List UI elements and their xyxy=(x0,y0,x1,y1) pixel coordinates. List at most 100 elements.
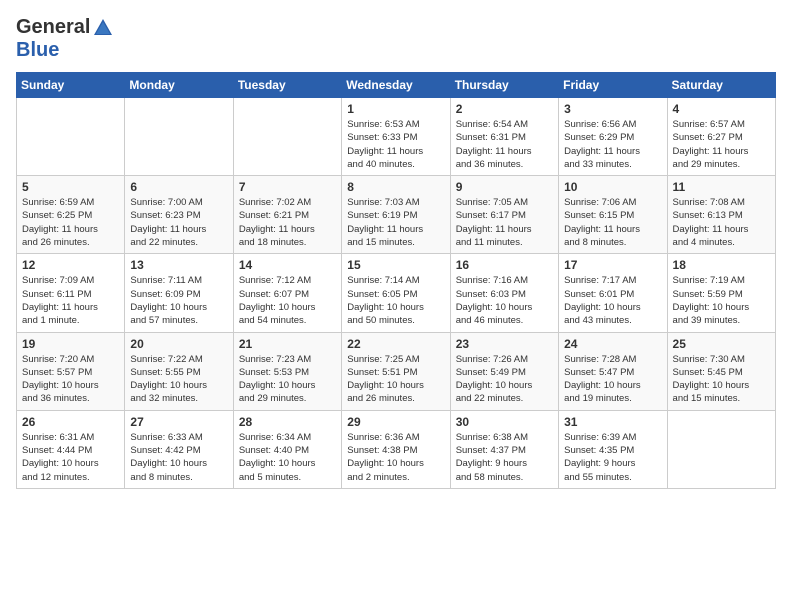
day-number: 13 xyxy=(130,258,227,272)
day-number: 2 xyxy=(456,102,553,116)
day-info: Sunrise: 7:12 AMSunset: 6:07 PMDaylight:… xyxy=(239,274,336,327)
day-number: 23 xyxy=(456,337,553,351)
calendar-cell: 23Sunrise: 7:26 AMSunset: 5:49 PMDayligh… xyxy=(450,332,558,410)
day-number: 18 xyxy=(673,258,770,272)
calendar-container: General Blue SundayMondayTuesdayWednesda… xyxy=(0,0,792,499)
weekday-header-monday: Monday xyxy=(125,73,233,98)
day-number: 11 xyxy=(673,180,770,194)
calendar-cell: 3 Sunrise: 6:56 AMSunset: 6:29 PMDaylight… xyxy=(559,98,667,176)
day-info: Sunrise: 7:00 AMSunset: 6:23 PMDaylight:… xyxy=(130,196,227,249)
weekday-header-wednesday: Wednesday xyxy=(342,73,450,98)
day-info: Sunrise: 6:31 AMSunset: 4:44 PMDaylight:… xyxy=(22,431,119,484)
day-number: 1 xyxy=(347,102,444,116)
calendar-table: SundayMondayTuesdayWednesdayThursdayFrid… xyxy=(16,72,776,489)
weekday-header-friday: Friday xyxy=(559,73,667,98)
calendar-cell: 30 Sunrise: 6:38 AMSunset: 4:37 PMDayligh… xyxy=(450,410,558,488)
weekday-header-thursday: Thursday xyxy=(450,73,558,98)
day-info: Sunrise: 7:28 AMSunset: 5:47 PMDaylight:… xyxy=(564,353,661,406)
day-info: Sunrise: 7:05 AMSunset: 6:17 PMDaylight:… xyxy=(456,196,553,249)
day-number: 6 xyxy=(130,180,227,194)
day-number: 5 xyxy=(22,180,119,194)
calendar-cell: 17 Sunrise: 7:17 AMSunset: 6:01 PMDayligh… xyxy=(559,254,667,332)
day-info: Sunrise: 7:17 AMSunset: 6:01 PMDaylight:… xyxy=(564,274,661,327)
logo: General Blue xyxy=(16,16,114,62)
calendar-week-4: 19 Sunrise: 7:20 AMSunset: 5:57 PMDayligh… xyxy=(17,332,776,410)
day-info: Sunrise: 7:22 AMSunset: 5:55 PMDaylight:… xyxy=(130,353,227,406)
day-info: Sunrise: 7:20 AMSunset: 5:57 PMDaylight:… xyxy=(22,353,119,406)
calendar-cell: 26 Sunrise: 6:31 AMSunset: 4:44 PMDayligh… xyxy=(17,410,125,488)
day-number: 21 xyxy=(239,337,336,351)
day-info: Sunrise: 7:16 AMSunset: 6:03 PMDaylight:… xyxy=(456,274,553,327)
day-number: 30 xyxy=(456,415,553,429)
day-info: Sunrise: 7:30 AMSunset: 5:45 PMDaylight:… xyxy=(673,353,770,406)
calendar-cell: 7 Sunrise: 7:02 AMSunset: 6:21 PMDaylight… xyxy=(233,176,341,254)
day-info: Sunrise: 7:02 AMSunset: 6:21 PMDaylight:… xyxy=(239,196,336,249)
day-info: Sunrise: 7:11 AMSunset: 6:09 PMDaylight:… xyxy=(130,274,227,327)
calendar-cell: 10 Sunrise: 7:06 AMSunset: 6:15 PMDayligh… xyxy=(559,176,667,254)
calendar-cell: 5 Sunrise: 6:59 AMSunset: 6:25 PMDaylight… xyxy=(17,176,125,254)
calendar-cell: 31 Sunrise: 6:39 AMSunset: 4:35 PMDayligh… xyxy=(559,410,667,488)
logo-icon xyxy=(92,17,114,39)
calendar-cell: 16Sunrise: 7:16 AMSunset: 6:03 PMDayligh… xyxy=(450,254,558,332)
calendar-cell: 12Sunrise: 7:09 AMSunset: 6:11 PMDayligh… xyxy=(17,254,125,332)
day-info: Sunrise: 6:36 AMSunset: 4:38 PMDaylight:… xyxy=(347,431,444,484)
header: General Blue xyxy=(16,16,776,62)
calendar-cell: 18 Sunrise: 7:19 AMSunset: 5:59 PMDayligh… xyxy=(667,254,775,332)
day-number: 10 xyxy=(564,180,661,194)
calendar-cell: 14 Sunrise: 7:12 AMSunset: 6:07 PMDayligh… xyxy=(233,254,341,332)
day-number: 27 xyxy=(130,415,227,429)
day-info: Sunrise: 7:25 AMSunset: 5:51 PMDaylight:… xyxy=(347,353,444,406)
day-info: Sunrise: 6:54 AMSunset: 6:31 PMDaylight:… xyxy=(456,118,553,171)
day-info: Sunrise: 7:23 AMSunset: 5:53 PMDaylight:… xyxy=(239,353,336,406)
calendar-cell: 15Sunrise: 7:14 AMSunset: 6:05 PMDayligh… xyxy=(342,254,450,332)
day-number: 24 xyxy=(564,337,661,351)
calendar-cell xyxy=(17,98,125,176)
calendar-cell: 6 Sunrise: 7:00 AMSunset: 6:23 PMDaylight… xyxy=(125,176,233,254)
day-number: 22 xyxy=(347,337,444,351)
weekday-header-row: SundayMondayTuesdayWednesdayThursdayFrid… xyxy=(17,73,776,98)
calendar-cell: 13 Sunrise: 7:11 AMSunset: 6:09 PMDayligh… xyxy=(125,254,233,332)
day-number: 12 xyxy=(22,258,119,272)
day-number: 7 xyxy=(239,180,336,194)
calendar-cell: 2 Sunrise: 6:54 AMSunset: 6:31 PMDaylight… xyxy=(450,98,558,176)
day-info: Sunrise: 6:59 AMSunset: 6:25 PMDaylight:… xyxy=(22,196,119,249)
day-number: 17 xyxy=(564,258,661,272)
day-info: Sunrise: 7:03 AMSunset: 6:19 PMDaylight:… xyxy=(347,196,444,249)
logo-general: General xyxy=(16,16,90,39)
calendar-cell: 25Sunrise: 7:30 AMSunset: 5:45 PMDayligh… xyxy=(667,332,775,410)
day-number: 14 xyxy=(239,258,336,272)
weekday-header-sunday: Sunday xyxy=(17,73,125,98)
weekday-header-saturday: Saturday xyxy=(667,73,775,98)
day-number: 8 xyxy=(347,180,444,194)
calendar-week-1: 1 Sunrise: 6:53 AMSunset: 6:33 PMDaylight… xyxy=(17,98,776,176)
calendar-cell xyxy=(125,98,233,176)
calendar-cell: 4Sunrise: 6:57 AMSunset: 6:27 PMDaylight… xyxy=(667,98,775,176)
day-info: Sunrise: 6:53 AMSunset: 6:33 PMDaylight:… xyxy=(347,118,444,171)
day-number: 29 xyxy=(347,415,444,429)
calendar-cell xyxy=(233,98,341,176)
day-info: Sunrise: 7:08 AMSunset: 6:13 PMDaylight:… xyxy=(673,196,770,249)
day-number: 20 xyxy=(130,337,227,351)
calendar-week-5: 26 Sunrise: 6:31 AMSunset: 4:44 PMDayligh… xyxy=(17,410,776,488)
logo-blue: Blue xyxy=(16,39,59,61)
day-number: 26 xyxy=(22,415,119,429)
day-info: Sunrise: 7:14 AMSunset: 6:05 PMDaylight:… xyxy=(347,274,444,327)
calendar-cell: 19 Sunrise: 7:20 AMSunset: 5:57 PMDayligh… xyxy=(17,332,125,410)
day-info: Sunrise: 6:56 AMSunset: 6:29 PMDaylight:… xyxy=(564,118,661,171)
calendar-cell: 29 Sunrise: 6:36 AMSunset: 4:38 PMDayligh… xyxy=(342,410,450,488)
day-number: 19 xyxy=(22,337,119,351)
day-info: Sunrise: 6:38 AMSunset: 4:37 PMDaylight:… xyxy=(456,431,553,484)
day-info: Sunrise: 7:06 AMSunset: 6:15 PMDaylight:… xyxy=(564,196,661,249)
calendar-cell: 22 Sunrise: 7:25 AMSunset: 5:51 PMDayligh… xyxy=(342,332,450,410)
day-number: 28 xyxy=(239,415,336,429)
day-number: 9 xyxy=(456,180,553,194)
calendar-cell: 11 Sunrise: 7:08 AMSunset: 6:13 PMDayligh… xyxy=(667,176,775,254)
day-info: Sunrise: 6:57 AMSunset: 6:27 PMDaylight:… xyxy=(673,118,770,171)
day-number: 31 xyxy=(564,415,661,429)
day-info: Sunrise: 6:39 AMSunset: 4:35 PMDaylight:… xyxy=(564,431,661,484)
calendar-cell xyxy=(667,410,775,488)
day-number: 3 xyxy=(564,102,661,116)
day-info: Sunrise: 6:33 AMSunset: 4:42 PMDaylight:… xyxy=(130,431,227,484)
day-info: Sunrise: 7:19 AMSunset: 5:59 PMDaylight:… xyxy=(673,274,770,327)
calendar-week-2: 5 Sunrise: 6:59 AMSunset: 6:25 PMDaylight… xyxy=(17,176,776,254)
